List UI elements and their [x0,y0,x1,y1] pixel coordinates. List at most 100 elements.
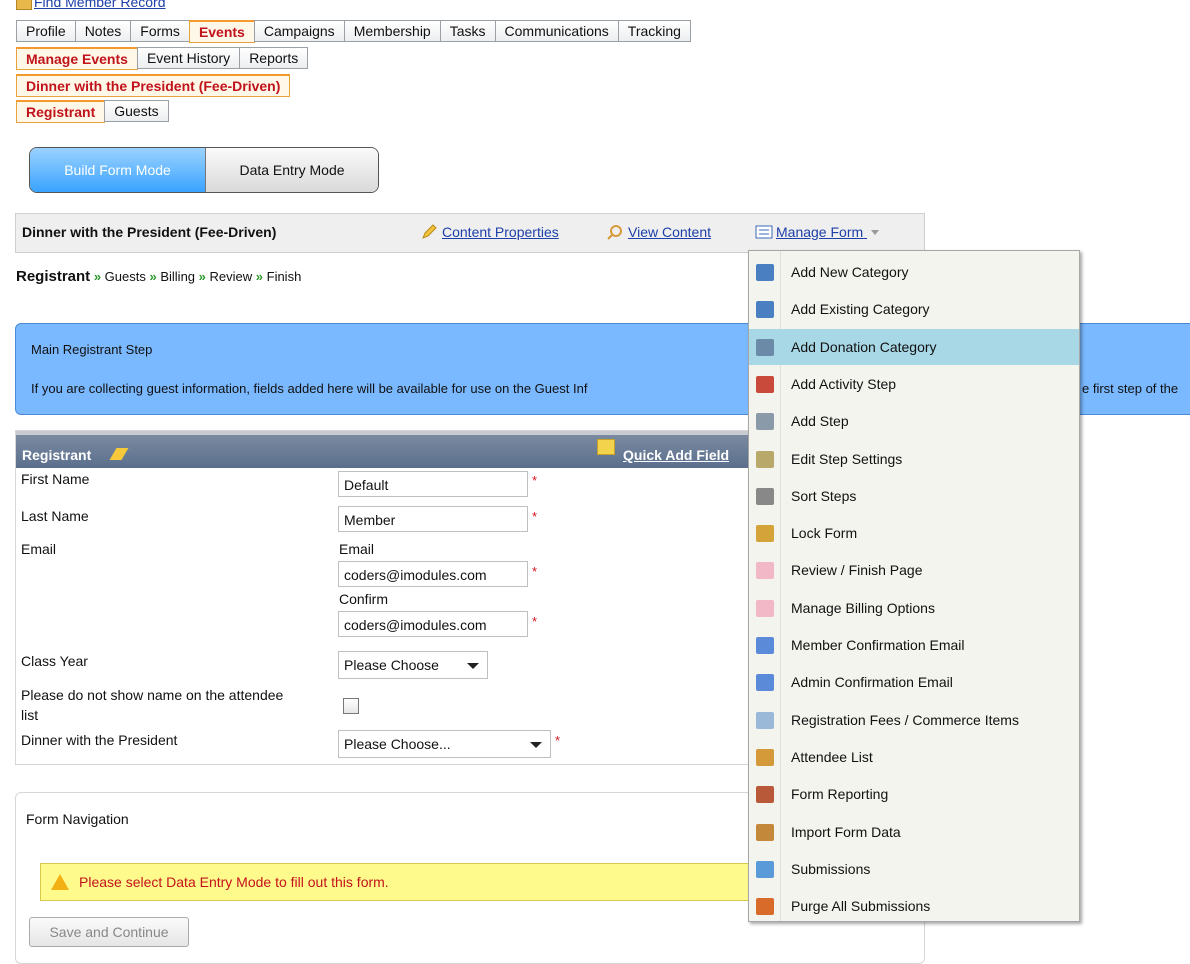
menu-item-label: Review / Finish Page [791,562,923,578]
data-entry-mode-button[interactable]: Data Entry Mode [205,148,378,192]
existing-category-icon [756,301,774,318]
email-label: Email [21,541,57,557]
main-tabs: Profile Notes Forms Events Campaigns Mem… [16,20,691,43]
content-properties-link[interactable]: Content Properties [421,224,559,240]
view-content-link[interactable]: View Content [607,224,711,240]
activity-icon [756,376,774,393]
no-show-name-checkbox[interactable] [343,698,359,714]
registration-tabs: Registrant Guests [16,100,169,123]
menu-item[interactable]: Attendee List [749,739,1079,775]
class-year-label: Class Year [21,653,88,669]
menu-item[interactable]: Add Existing Category [749,291,1079,327]
chevron-down-icon [871,230,880,235]
menu-item-label: Add Activity Step [791,376,897,392]
menu-item[interactable]: Review / Finish Page [749,552,1079,588]
menu-item[interactable]: Submissions [749,851,1079,887]
tab-profile[interactable]: Profile [16,20,76,42]
email-icon [756,637,774,654]
form-header-bar: Dinner with the President (Fee-Driven) C… [15,213,925,253]
step-icon [756,413,774,430]
tab-event-history[interactable]: Event History [136,47,241,69]
menu-item[interactable]: Registration Fees / Commerce Items [749,702,1079,738]
required-marker: * [555,733,561,748]
manage-form-link[interactable]: Manage Form [755,224,880,240]
add-category-icon [756,264,774,281]
menu-item[interactable]: Manage Billing Options [749,590,1079,626]
form-icon [755,224,773,240]
first-name-label: First Name [21,471,90,487]
menu-item-label: Form Reporting [791,786,889,802]
tab-notes[interactable]: Notes [74,20,132,42]
reporting-icon [756,786,774,803]
dinner-label: Dinner with the President [21,732,178,748]
save-and-continue-button[interactable]: Save and Continue [29,917,189,947]
menu-item-label: Submissions [791,861,871,877]
quick-add-field-link[interactable]: Quick Add Field [623,447,729,463]
menu-item-label: Add New Category [791,264,909,280]
tab-reports[interactable]: Reports [239,47,309,69]
review-icon [756,562,774,579]
menu-item[interactable]: Edit Step Settings [749,441,1079,477]
first-name-field[interactable]: Default [338,471,528,497]
email-field[interactable]: coders@imodules.com [338,561,528,587]
manage-form-menu: Add New Category Add Existing Category Add… [748,250,1080,922]
tab-forms[interactable]: Forms [130,20,190,42]
step-info-title: Main Registrant Step [31,342,153,357]
warning-message: Please select Data Entry Mode to fill ou… [40,863,782,901]
menu-item-label: Attendee List [791,749,873,765]
step-info-text-tail: e first step of the [1082,381,1179,396]
class-year-select[interactable]: Please Choose [338,651,488,679]
menu-item[interactable]: Add Step [749,403,1079,439]
sort-icon [756,488,774,505]
menu-item[interactable]: Import Form Data [749,814,1079,850]
confirm-label: Confirm [339,591,389,607]
last-name-field[interactable]: Member [338,506,528,532]
tab-manage-events[interactable]: Manage Events [16,47,138,70]
dropdown-arrow-icon [467,663,479,669]
menu-item[interactable]: Sort Steps [749,478,1079,514]
menu-item[interactable]: Member Confirmation Email [749,627,1079,663]
donation-icon [756,339,774,356]
submissions-icon [756,861,774,878]
menu-item[interactable]: Admin Confirmation Email [749,664,1079,700]
event-subtabs: Manage Events Event History Reports [16,47,309,70]
tab-communications[interactable]: Communications [494,20,619,42]
tab-events[interactable]: Events [188,20,255,43]
tab-membership[interactable]: Membership [343,20,441,42]
warning-icon [51,874,69,890]
required-marker: * [532,473,538,488]
tab-registrant[interactable]: Registrant [16,100,106,123]
edit-pencil-icon[interactable] [109,448,129,460]
confirm-email-field[interactable]: coders@imodules.com [338,611,528,637]
menu-item[interactable]: Add Activity Step [749,366,1079,402]
required-marker: * [532,509,538,524]
last-name-label: Last Name [21,508,89,524]
magnifier-icon [607,224,623,240]
menu-item-label: Sort Steps [791,488,857,504]
menu-item-label: Edit Step Settings [791,451,903,467]
purge-icon [756,898,774,915]
menu-item[interactable]: Add New Category [749,254,1079,290]
find-member-record-link[interactable]: Find Member Record [16,0,166,10]
tab-campaigns[interactable]: Campaigns [253,20,345,42]
tab-event-dinner[interactable]: Dinner with the President (Fee-Driven) [16,74,291,97]
no-show-name-label: Please do not show name on the attendee [21,687,284,703]
tab-guests[interactable]: Guests [104,100,169,122]
menu-item[interactable]: Add Donation Category [749,329,1079,365]
folder-icon [16,0,32,10]
menu-item[interactable]: Form Reporting [749,776,1079,812]
menu-item-label: Lock Form [791,525,858,541]
tab-tracking[interactable]: Tracking [617,20,691,42]
no-show-name-label-2: list [21,707,39,723]
event-name-tabs: Dinner with the President (Fee-Driven) [16,74,291,97]
dropdown-arrow-icon [530,742,542,748]
menu-item[interactable]: Purge All Submissions [749,888,1079,924]
attendee-icon [756,749,774,766]
menu-item-label: Admin Confirmation Email [791,674,953,690]
menu-item-label: Add Donation Category [791,339,937,355]
build-form-mode-button[interactable]: Build Form Mode [30,148,205,192]
menu-item[interactable]: Lock Form [749,515,1079,551]
registrant-panel-title: Registrant [22,447,92,463]
tab-tasks[interactable]: Tasks [439,20,496,42]
dinner-select[interactable]: Please Choose... [338,730,551,758]
